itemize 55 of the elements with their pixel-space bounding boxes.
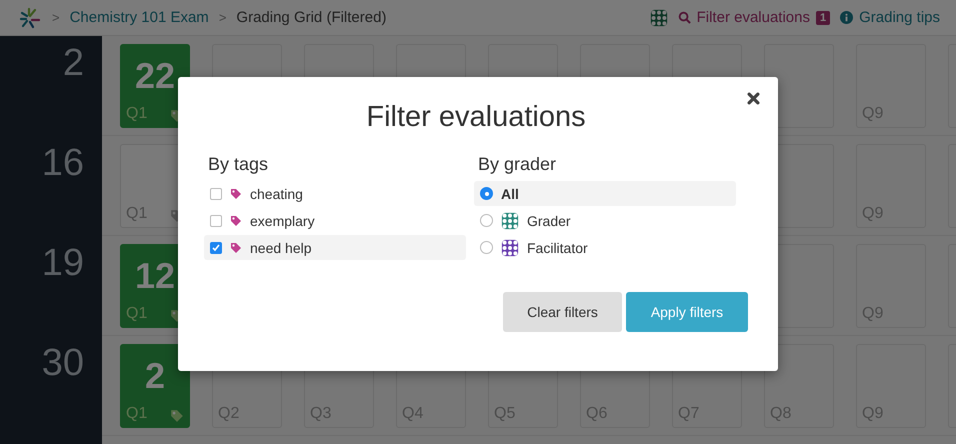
checkbox[interactable]: [210, 214, 222, 226]
score: 12: [134, 255, 176, 296]
search-icon: [678, 11, 691, 24]
filter-count-badge: 1: [816, 10, 830, 24]
tag-icon: [230, 242, 242, 254]
grader-label: Grader: [527, 212, 571, 228]
row-number: 19: [42, 242, 84, 284]
filter-link[interactable]: Filter evaluations 1: [678, 9, 830, 26]
question-label: Q1: [126, 405, 148, 423]
tag-label: exemplary: [250, 212, 315, 228]
radio-button[interactable]: [480, 214, 493, 227]
row-number: 2: [62, 42, 84, 84]
section-heading: By tags: [208, 154, 268, 174]
logo-icon: [18, 6, 42, 28]
grader-label: All: [501, 186, 519, 202]
tag-option[interactable]: exemplary: [204, 208, 466, 233]
avatar-icon: [501, 212, 519, 230]
row-number: 30: [42, 342, 84, 384]
tips-link[interactable]: Grading tips: [840, 9, 940, 26]
tag-icon: [230, 188, 242, 200]
radio-button[interactable]: [480, 241, 493, 254]
score: 22: [134, 55, 176, 96]
question-label: Q1: [126, 305, 148, 323]
breadcrumb-separator: >: [218, 10, 226, 25]
avatar-icon: [501, 238, 519, 256]
grader-label: Facilitator: [527, 240, 588, 256]
checkbox[interactable]: [210, 242, 222, 254]
grade-cell[interactable]: 2 Q1: [120, 344, 190, 428]
question-label: Q1: [126, 105, 148, 123]
grader-option[interactable]: Facilitator: [474, 235, 736, 260]
breadcrumb-link[interactable]: Chemistry 101 Exam: [70, 9, 209, 26]
checkbox[interactable]: [210, 188, 222, 200]
grade-cell[interactable]: 22 Q1: [120, 44, 190, 128]
grader-option[interactable]: All: [474, 181, 736, 206]
tag-label: cheating: [250, 186, 303, 202]
tag-option[interactable]: need help: [204, 235, 466, 260]
close-icon[interactable]: [747, 92, 760, 105]
tips-label: Grading tips: [859, 9, 940, 26]
radio-button[interactable]: [480, 187, 493, 200]
tag-option[interactable]: cheating: [204, 181, 466, 206]
grader-option[interactable]: Grader: [474, 208, 736, 233]
clear-button[interactable]: Clear filters: [503, 292, 622, 332]
dialog-title: Filter evaluations: [366, 101, 586, 133]
info-icon: [840, 11, 854, 24]
tag-label: need help: [250, 240, 312, 256]
breadcrumb-separator: >: [52, 10, 60, 25]
tag-icon: [170, 409, 184, 423]
tag-icon: [230, 214, 242, 226]
user-avatar-icon: [650, 8, 668, 26]
row-number: 16: [42, 142, 84, 184]
score: 2: [144, 355, 166, 396]
section-heading: By grader: [478, 154, 556, 174]
filter-label: Filter evaluations: [696, 9, 810, 26]
apply-button[interactable]: Apply filters: [626, 292, 748, 332]
page-title: Grading Grid (Filtered): [236, 9, 386, 26]
